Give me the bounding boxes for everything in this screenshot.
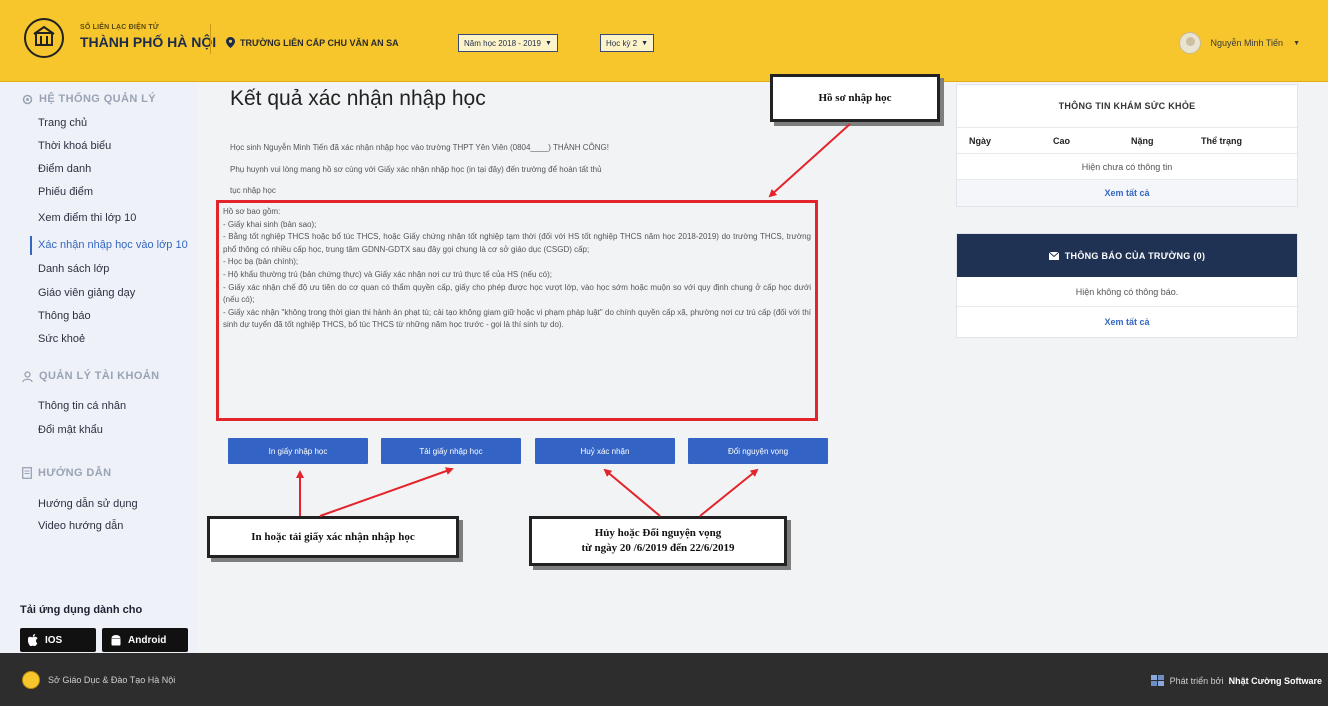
user-icon <box>22 370 33 382</box>
logo-subtitle: SỔ LIÊN LẠC ĐIỆN TỬ <box>80 24 159 31</box>
android-label: Android <box>128 634 167 646</box>
term-select[interactable]: Học kỳ 2 ▼ <box>600 34 655 52</box>
arrow <box>319 467 454 517</box>
ios-label: IOS <box>45 634 63 646</box>
annotation-cancel-change: Hủy hoặc Đổi nguyện vọng từ ngày 20 /6/2… <box>529 516 787 566</box>
caret-down-icon[interactable]: ▼ <box>1293 40 1300 47</box>
col-weight: Nặng <box>1131 135 1154 146</box>
required-documents-box: Hồ sơ bao gồm: - Giấy khai sinh (bản sao… <box>216 200 818 421</box>
health-panel-title: THÔNG TIN KHÁM SỨC KHỎE <box>957 85 1297 128</box>
gear-icon <box>22 94 33 104</box>
footer: Sở Giáo Dục & Đào Tạo Hà Nội Phát triển … <box>0 653 1328 706</box>
document-item: - Học bạ (bản chính); <box>223 257 299 267</box>
col-date: Ngày <box>969 135 992 146</box>
annotation-records: Hồ sơ nhập học <box>770 74 940 122</box>
sidebar-item-attendance[interactable]: Điểm danh <box>38 163 91 175</box>
section-guide-label: HƯỚNG DẪN <box>38 467 112 479</box>
instruction-line-cont: tục nhập học <box>230 186 276 195</box>
document-item: - Giấy khai sinh (bản sao); <box>223 219 317 229</box>
sidebar-item-video-guide[interactable]: Video hướng dẫn <box>38 520 123 532</box>
sidebar-item-grade10-scores[interactable]: Xem điểm thi lớp 10 <box>38 212 136 224</box>
sidebar-item-health[interactable]: Sức khoẻ <box>38 333 85 345</box>
arrow <box>768 123 851 198</box>
chevron-down-icon: ▼ <box>641 39 649 47</box>
apps-title: Tải ứng dụng dành cho <box>20 604 143 616</box>
instruction-line: Phụ huynh vui lòng mang hồ sơ cùng với G… <box>230 165 602 174</box>
notice-empty-message: Hiện không có thông báo. <box>957 277 1297 307</box>
user-menu[interactable]: Nguyễn Minh Tiến ▼ <box>1178 32 1300 54</box>
section-system: HỆ THỐNG QUẢN LÝ <box>22 93 156 105</box>
user-name[interactable]: Nguyễn Minh Tiến <box>1211 38 1284 48</box>
ios-app-button[interactable]: IOS <box>20 628 96 652</box>
col-height: Cao <box>1053 135 1071 146</box>
notice-see-all-link[interactable]: Xem tất cả <box>957 307 1297 337</box>
document-icon <box>22 467 32 479</box>
developer-logo-icon <box>1150 675 1164 686</box>
document-item: - Bằng tốt nghiệp THCS hoặc bổ túc THCS,… <box>223 232 811 254</box>
sidebar-item-notices[interactable]: Thông báo <box>38 310 91 322</box>
annotation-cancel-line2: từ ngày 20 /6/2019 đến 22/6/2019 <box>581 542 735 554</box>
hanoi-education-logo-icon <box>22 671 40 689</box>
school-year-select[interactable]: Năm học 2018 - 2019 ▼ <box>458 34 558 52</box>
android-icon <box>111 634 121 645</box>
health-panel: THÔNG TIN KHÁM SỨC KHỎE Ngày Cao Nặng Th… <box>956 84 1298 207</box>
school-year-value: Năm học 2018 - 2019 <box>464 38 541 48</box>
documents-title: Hồ sơ bao gồm: <box>223 207 281 216</box>
download-enrollment-button[interactable]: Tải giấy nhập học <box>381 438 521 464</box>
sidebar-item-scorecard[interactable]: Phiếu điểm <box>38 186 93 198</box>
health-empty-message: Hiện chưa có thông tin <box>957 154 1297 180</box>
sidebar-item-teachers[interactable]: Giáo viên giảng dạy <box>38 287 135 299</box>
footer-left: Sở Giáo Dục & Đào Tạo Hà Nội <box>22 671 175 689</box>
footer-credit-prefix: Phát triển bởi <box>1169 676 1224 686</box>
print-enrollment-button[interactable]: In giấy nhập học <box>228 438 368 464</box>
term-value: Học kỳ 2 <box>606 38 638 48</box>
sidebar-item-enrollment-confirm[interactable]: Xác nhận nhập học vào lớp 10 <box>38 239 188 251</box>
sidebar-item-timetable[interactable]: Thời khoá biểu <box>38 140 111 152</box>
avatar[interactable] <box>1178 32 1201 54</box>
section-account: QUẢN LÝ TÀI KHOẢN <box>22 370 159 382</box>
envelope-icon <box>1048 251 1059 260</box>
sidebar-item-class-list[interactable]: Danh sách lớp <box>38 263 109 275</box>
section-account-label: QUẢN LÝ TÀI KHOẢN <box>39 370 160 382</box>
section-system-label: HỆ THỐNG QUẢN LÝ <box>39 93 157 105</box>
notice-panel: THÔNG BÁO CỦA TRƯỜNG (0) Hiện không có t… <box>956 233 1298 338</box>
school-name: TRƯỜNG LIÊN CẤP CHU VĂN AN SA <box>226 37 399 48</box>
notice-panel-title: THÔNG BÁO CỦA TRƯỜNG (0) <box>957 234 1297 277</box>
sidebar-item-home[interactable]: Trang chủ <box>38 117 87 129</box>
annotation-print-download: In hoặc tải giấy xác nhận nhập học <box>207 516 459 558</box>
notice-title-label: THÔNG BÁO CỦA TRƯỜNG (0) <box>1064 250 1206 261</box>
document-item: - Giấy xác nhận "không trong thời gian t… <box>223 307 811 330</box>
active-indicator <box>30 236 32 255</box>
header-divider <box>210 24 211 54</box>
arrow <box>603 468 661 517</box>
hanoi-logo-icon[interactable] <box>24 18 64 58</box>
chevron-down-icon: ▼ <box>544 39 552 47</box>
section-guide: HƯỚNG DẪN <box>22 467 111 479</box>
annotation-cancel-line1: Hủy hoặc Đổi nguyện vọng <box>594 527 722 539</box>
logo-title[interactable]: THÀNH PHỐ HÀ NỘI <box>80 34 216 50</box>
document-item: - Hộ khẩu thường trú (bản chứng thực) và… <box>223 269 552 279</box>
confirm-message: Học sinh Nguyễn Minh Tiến đã xác nhận nh… <box>230 143 609 152</box>
col-condition: Thể trạng <box>1201 135 1243 146</box>
health-table-header: Ngày Cao Nặng Thể trạng <box>957 128 1297 154</box>
sidebar: HỆ THỐNG QUẢN LÝ Trang chủ Thời khoá biể… <box>0 83 198 653</box>
location-pin-icon <box>226 37 235 48</box>
sidebar-item-change-password[interactable]: Đổi mật khẩu <box>38 424 103 436</box>
footer-credit[interactable]: Phát triển bởi Nhật Cường Software <box>1150 675 1322 687</box>
school-name-label: TRƯỜNG LIÊN CẤP CHU VĂN AN SA <box>240 37 399 48</box>
change-preference-button[interactable]: Đổi nguyện vọng <box>688 438 828 464</box>
sidebar-item-user-guide[interactable]: Hướng dẫn sử dụng <box>38 498 138 510</box>
android-app-button[interactable]: Android <box>102 628 188 652</box>
apple-icon <box>28 633 38 646</box>
top-header: SỔ LIÊN LẠC ĐIỆN TỬ THÀNH PHỐ HÀ NỘI TRƯ… <box>0 0 1328 82</box>
arrow <box>699 468 759 517</box>
footer-credit-name[interactable]: Nhật Cường Software <box>1229 676 1322 686</box>
document-item: - Giấy xác nhận chế độ ưu tiên do cơ qua… <box>223 282 811 305</box>
health-see-all-link[interactable]: Xem tất cả <box>957 180 1297 206</box>
sidebar-item-profile[interactable]: Thông tin cá nhân <box>38 400 126 412</box>
cancel-confirmation-button[interactable]: Huỷ xác nhận <box>535 438 675 464</box>
footer-org: Sở Giáo Dục & Đào Tạo Hà Nội <box>48 675 176 685</box>
page-title: Kết quả xác nhận nhập học <box>230 87 486 110</box>
